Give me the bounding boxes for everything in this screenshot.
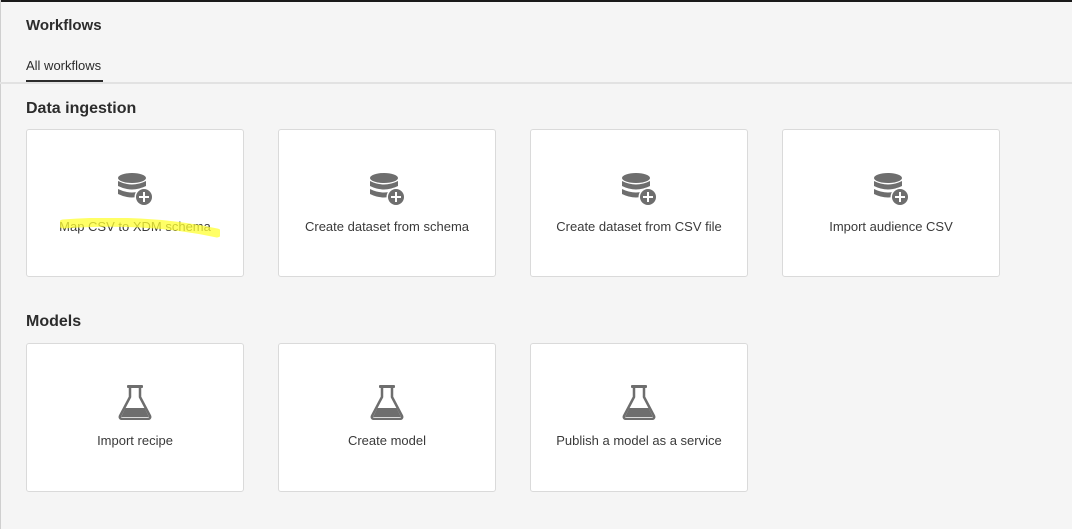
section-title-models: Models — [26, 313, 82, 330]
tab-all-workflows[interactable]: All workflows — [26, 58, 101, 73]
section-title-data-ingestion: Data ingestion — [26, 100, 137, 117]
card-label: Create dataset from schema — [304, 219, 470, 234]
card-label: Create dataset from CSV file — [556, 219, 722, 234]
card-import-recipe[interactable]: Import recipe — [26, 343, 244, 492]
tab-bar-divider — [0, 82, 1072, 84]
card-label: Create model — [347, 433, 427, 448]
card-label: Import recipe — [97, 433, 173, 448]
card-create-dataset-from-csv-file[interactable]: Create dataset from CSV file — [530, 129, 748, 277]
database-add-icon — [622, 173, 657, 207]
flask-icon — [118, 385, 152, 420]
card-create-dataset-from-schema[interactable]: Create dataset from schema — [278, 129, 496, 277]
card-create-model[interactable]: Create model — [278, 343, 496, 492]
window-left-border — [0, 0, 1, 529]
card-label: Map CSV to XDM schema — [59, 219, 211, 234]
card-map-csv-to-xdm-schema[interactable]: Map CSV to XDM schema — [26, 129, 244, 277]
window-top-border — [0, 0, 1072, 2]
card-label: Import audience CSV — [829, 219, 953, 234]
flask-icon — [370, 385, 404, 420]
database-add-icon — [370, 173, 405, 207]
database-add-icon — [874, 173, 909, 207]
flask-icon — [622, 385, 656, 420]
card-import-audience-csv[interactable]: Import audience CSV — [782, 129, 1000, 277]
page-title: Workflows — [26, 17, 102, 34]
database-add-icon — [118, 173, 153, 207]
card-publish-model-as-service[interactable]: Publish a model as a service — [530, 343, 748, 492]
card-label: Publish a model as a service — [556, 433, 722, 448]
